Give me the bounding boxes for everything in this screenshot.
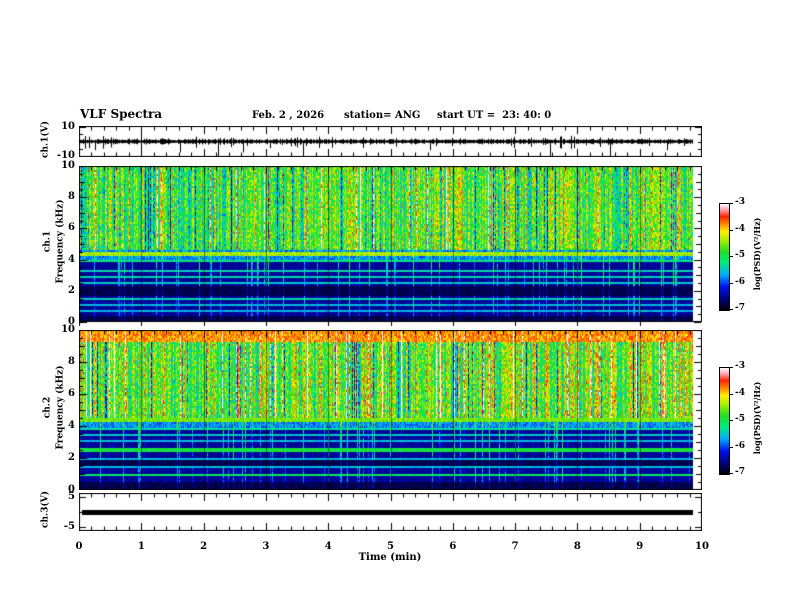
start-ut-label: start UT = 23: 40: 0 (437, 110, 552, 121)
colorbar-spec1-label: log(PSD)(V²/Hz) (752, 217, 762, 291)
colorbar-tick-label: -5 (735, 414, 745, 424)
x-tick-label: 7 (511, 541, 519, 552)
y-tick-label: 6 (68, 388, 75, 399)
x-tick-label: 1 (137, 541, 145, 552)
colorbar-spec2-label: log(PSD)(V²/Hz) (752, 381, 762, 455)
colorbar-tick-label: -7 (735, 467, 745, 477)
colorbar-tick (729, 420, 733, 421)
x-tick-label: 9 (636, 541, 644, 552)
y-tick-label: -10 (56, 149, 75, 161)
station-label: station= ANG (344, 110, 421, 121)
y-tick-label: 10 (61, 121, 75, 133)
colorbar-tick-label: -3 (735, 361, 745, 371)
vlf-spectra-figure: VLF Spectra Feb. 2 , 2026 station= ANG s… (0, 0, 792, 612)
colorbar-tick (729, 203, 733, 204)
y-tick-label: 8 (68, 356, 75, 367)
y-tick-label: 6 (68, 222, 75, 234)
colorbar-spec1 (719, 203, 730, 311)
colorbar-tick (729, 309, 733, 310)
colorbar-tick-label: -4 (735, 223, 745, 234)
x-tick-label: 8 (573, 541, 581, 552)
colorbar-tick-label: -6 (735, 276, 745, 287)
y-tick-label: 4 (68, 253, 75, 265)
ch3-waveform-canvas (79, 493, 702, 531)
x-tick-label: 3 (262, 541, 270, 552)
time-axis-label: Time (min) (358, 552, 422, 563)
y-tick-label: -5 (63, 520, 75, 532)
colorbar-tick (729, 256, 733, 257)
x-tick-label: 0 (75, 541, 83, 552)
x-tick-label: 6 (449, 541, 457, 552)
colorbar-tick-label: -4 (735, 387, 745, 398)
y-tick-label: 4 (68, 420, 75, 431)
colorbar-tick-label: -5 (735, 250, 745, 260)
colorbar-tick-label: -3 (735, 197, 745, 207)
y-tick-label: 10 (61, 324, 75, 335)
colorbar-tick (729, 473, 733, 474)
x-tick-label: 10 (695, 541, 709, 552)
y-tick-label: 2 (68, 452, 75, 463)
colorbar-tick-label: -7 (735, 303, 745, 313)
x-tick-label: 4 (324, 541, 332, 552)
x-tick-label: 2 (200, 541, 208, 552)
y-tick-label: 10 (61, 160, 75, 171)
colorbar-tick (729, 394, 733, 395)
y-tick-label: 2 (68, 284, 75, 296)
ch1-waveform-canvas (79, 126, 702, 157)
colorbar-tick (729, 447, 733, 448)
colorbar-spec2 (719, 367, 730, 475)
ch1-spectrogram-canvas (79, 166, 702, 327)
colorbar-tick (729, 367, 733, 368)
y-tick-label: 5 (68, 491, 75, 503)
colorbar-tick (729, 230, 733, 231)
colorbar-tick-label: -6 (735, 440, 745, 451)
page-title: VLF Spectra (80, 107, 163, 121)
y-tick-label: 8 (68, 191, 75, 203)
colorbar-tick (729, 283, 733, 284)
x-tick-label: 5 (387, 541, 394, 552)
date-label: Feb. 2 , 2026 (252, 110, 325, 121)
ch2-spectrogram-canvas (79, 330, 702, 490)
